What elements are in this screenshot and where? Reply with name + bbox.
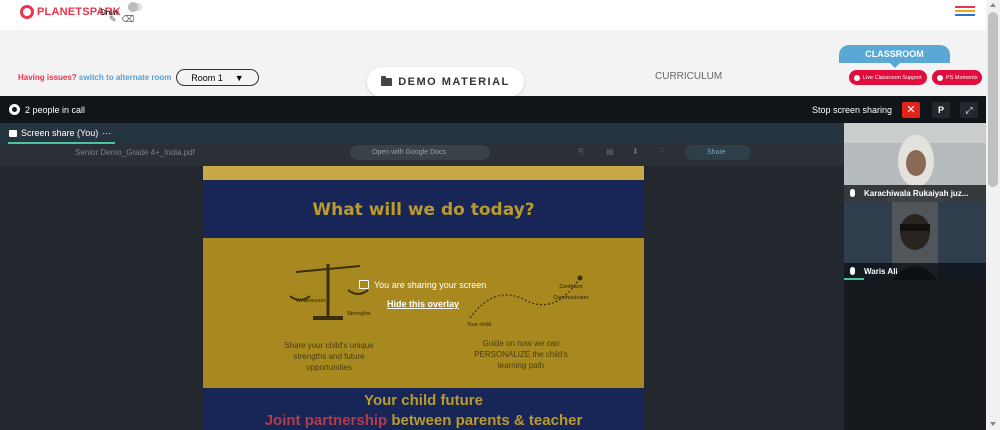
chevron-down-icon: ▼ [234,72,244,83]
slide-subtitle-1: Your child future [364,392,483,409]
scroll-down-icon[interactable] [990,422,996,426]
more-options-icon[interactable]: ··· [102,128,111,138]
draw-tools: ✎ ⌫ [109,14,134,25]
page: PLANETSPARK Draw ✎ ⌫ CLASSROOM Having is… [0,0,1000,430]
tab-screen-share[interactable]: Screen share (You) ··· [9,128,111,138]
participant-name: Waris Ali [864,267,898,276]
slide-subtitle-2: Joint partnership between parents & teac… [203,412,644,429]
share-screen-icon [359,280,369,289]
participant-tile[interactable]: Karachiwala Rukaiyah juz... [844,123,986,202]
live-support-button[interactable]: Live Classroom Support [849,70,927,85]
scroll-thumb[interactable] [988,12,998,187]
ps-moments-button[interactable]: PS Moments [932,70,983,85]
call-header: 2 people in call Stop screen sharing ✕ P… [0,96,986,123]
live-support-label: Live Classroom Support [863,74,922,81]
print-icon: ▤ [606,147,614,156]
pdf-share-button: Share [685,145,751,160]
room-select[interactable]: Room 1 ▼ [176,69,259,86]
slide-subtitle-rest: between parents & teacher [387,412,583,429]
stop-sharing-label[interactable]: Stop screen sharing [812,105,892,115]
share-tab-strip: Screen share (You) ··· [0,123,844,144]
slide-subtitle-red: Joint partnership [264,412,388,429]
mic-icon[interactable] [850,189,855,197]
add-to-drive-icon: ⎘ [578,147,585,156]
tab-curriculum[interactable]: CURRICULUM [655,71,722,82]
open-with-google-docs: Open with Google Docs [350,145,490,160]
alternate-room-link[interactable]: switch to alternate room [79,73,171,82]
issues-notice: Having issues? switch to alternate room [18,73,171,82]
logo-mark-icon [20,5,34,19]
menu-line-red [955,6,975,8]
sharing-overlay-title: You are sharing your screen [374,280,487,290]
stop-sharing-button[interactable]: ✕ [902,102,920,118]
confident-communicator-label: Confident Communicator [553,284,589,301]
left-caption: Share your child's unique strengths and … [284,341,374,372]
shared-screen: Senior Demo_Grade 4+_India.pdf Open with… [0,144,844,430]
people-count: 2 people in call [25,105,86,115]
demo-material-label: DEMO MATERIAL [398,76,510,88]
plus-circle-icon [937,74,943,81]
ps-moments-label: PS Moments [946,74,978,81]
participant-name-bar: Waris Ali [844,263,986,280]
pip-button[interactable]: P [932,102,950,118]
draw-toggle[interactable] [128,2,142,12]
mic-icon[interactable] [850,267,855,275]
participant-name-bar: Karachiwala Rukaiyah juz... [844,185,986,202]
folder-icon [381,76,393,86]
top-header: PLANETSPARK Draw ✎ ⌫ [0,0,986,30]
menu-line-blue [955,14,975,16]
pdf-viewer-toolbar: Senior Demo_Grade 4+_India.pdf Open with… [0,144,844,166]
scroll-up-icon[interactable] [990,3,996,7]
tab-classroom[interactable]: CLASSROOM [839,45,950,68]
your-child-label: Your child [466,322,492,328]
slide-content-box: Weaknesses Strengths Share your child's … [203,238,644,388]
page-scrollbar[interactable] [986,0,1000,430]
hide-overlay-link[interactable]: Hide this overlay [387,299,459,309]
pdf-filename: Senior Demo_Grade 4+_India.pdf [75,148,195,157]
strengths-label: Strengths [347,311,371,317]
participant-tile[interactable]: Waris Ali [844,202,986,280]
participant-name: Karachiwala Rukaiyah juz... [864,189,969,198]
fullscreen-icon[interactable]: ⤢ [960,102,978,118]
download-icon: ⬇ [632,147,639,156]
eraser-icon[interactable]: ⌫ [122,14,135,25]
demo-material-button[interactable]: DEMO MATERIAL [367,67,524,97]
share-tab-label: Screen share (You) [21,128,99,138]
hamburger-menu-icon[interactable] [955,6,975,18]
menu-line-orange [955,10,975,12]
right-caption: Guide on how we can PERSONALIZE the chil… [474,339,568,370]
room-select-value: Room 1 [191,72,223,83]
issues-text: Having issues? [18,73,77,82]
slide-top-strip [203,166,644,180]
monitor-icon [9,129,17,137]
more-vert-icon: ⋮ [658,147,666,156]
participant-sidebar-empty [844,280,986,430]
pencil-icon[interactable]: ✎ [109,14,117,25]
slide: What will we do today? Weaknesses Streng… [203,166,644,430]
video-call-panel: 2 people in call Stop screen sharing ✕ P… [0,96,986,430]
weaknesses-label: Weaknesses [296,298,326,304]
gear-icon[interactable] [9,104,20,115]
slide-title: What will we do today? [312,200,535,220]
plus-circle-icon [854,74,860,81]
